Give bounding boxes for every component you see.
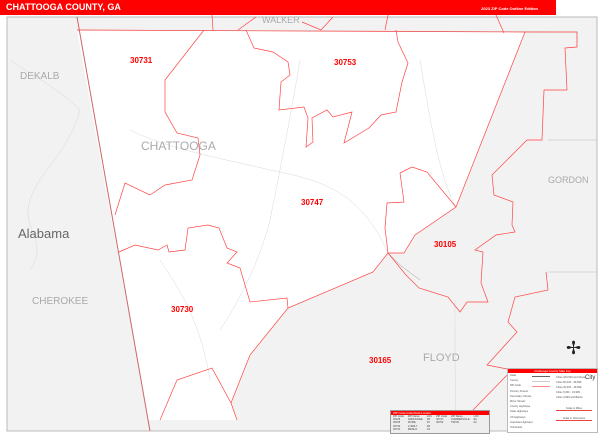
scale-miles: Scale in Miles bbox=[556, 407, 592, 411]
zip-label-30105: 30105 bbox=[434, 240, 457, 249]
county-label-gordon: GORDON bbox=[548, 175, 589, 185]
county-label-chattooga: CHATTOOGA bbox=[141, 139, 216, 153]
legend-item: Primary Streets bbox=[510, 389, 528, 393]
compass-rose-icon: ✢ bbox=[566, 338, 582, 358]
legend-item: County Highways bbox=[510, 405, 531, 409]
county-label-walker: WALKER bbox=[262, 15, 300, 25]
zip-label-30731: 30731 bbox=[130, 56, 153, 65]
zip-label-30747: 30747 bbox=[301, 198, 324, 207]
county-label-floyd: FLOYD bbox=[423, 352, 460, 364]
legend-item: Secondary Streets bbox=[510, 394, 532, 398]
legend-item: Minor Streets bbox=[510, 399, 526, 403]
zip-label-30730: 30730 bbox=[171, 305, 194, 314]
county-label-dekalb: DEKALB bbox=[20, 71, 60, 82]
legend-item: State bbox=[510, 374, 517, 377]
legend-item: Interstate Highways bbox=[510, 420, 533, 424]
legend-item: ZIP Code bbox=[510, 384, 521, 388]
table-row: 30731 MENLO C2 bbox=[393, 427, 431, 431]
legend-city-item: Cities 4,999 and Below bbox=[556, 396, 583, 399]
legend-item: County bbox=[510, 379, 519, 383]
county-label-cherokee: CHEROKEE bbox=[32, 296, 89, 307]
zip-index-table: ZIP Code Index/Grid Locator ZIP Code ZIP … bbox=[390, 410, 490, 434]
map-legend: Chattooga County Map Key State County ZI… bbox=[507, 368, 598, 433]
legend-item: State Highways bbox=[510, 410, 529, 414]
state-label-alabama: Alabama bbox=[18, 226, 70, 241]
zip-label-30753: 30753 bbox=[334, 58, 357, 67]
city-glyph: City bbox=[585, 375, 596, 381]
zip-label-30165: 30165 bbox=[369, 356, 392, 365]
legend-item: US Highways bbox=[510, 415, 526, 419]
legend-item: Toll Roads bbox=[510, 425, 523, 429]
scale-km: Scale in Kilometers bbox=[556, 417, 592, 421]
